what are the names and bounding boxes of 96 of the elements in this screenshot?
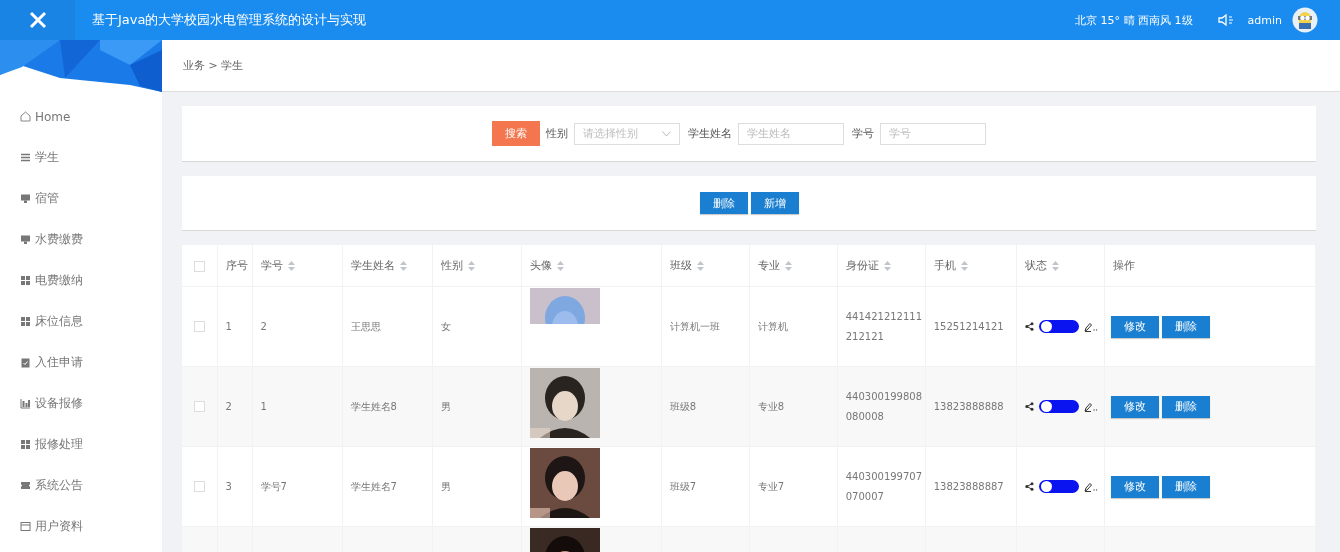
- share-icon[interactable]: [1024, 402, 1034, 411]
- share-icon[interactable]: [1024, 482, 1034, 491]
- table-cell: 班级7: [669, 480, 696, 492]
- checkbox[interactable]: [193, 401, 205, 413]
- checkbox[interactable]: [193, 260, 205, 272]
- sort-icon[interactable]: [556, 260, 564, 271]
- sort-icon[interactable]: [883, 260, 891, 271]
- chevron-icon: [662, 130, 671, 137]
- input-field[interactable]: 学生姓名: [738, 122, 844, 145]
- nav-item[interactable]: 入住申请: [0, 342, 162, 383]
- nav-item[interactable]: 床位信息: [0, 301, 162, 342]
- weather-text: 北京 15° 晴 西南风 1级: [1075, 12, 1193, 28]
- sort-icon[interactable]: [784, 260, 792, 271]
- table-cell: 女: [440, 320, 451, 332]
- table-cell: 15251214121: [933, 321, 1004, 332]
- table-cell: 班级8: [669, 400, 696, 412]
- toggle-switch[interactable]: [1038, 480, 1079, 493]
- table-cell: 计算机一班: [669, 320, 720, 332]
- sort-icon[interactable]: [467, 260, 475, 271]
- column-header: 序号: [225, 258, 248, 273]
- share-icon[interactable]: [1024, 322, 1034, 331]
- speaker-icon[interactable]: [1217, 13, 1234, 27]
- user-name[interactable]: admin: [1247, 13, 1282, 27]
- sort-icon[interactable]: [399, 260, 407, 271]
- nav-item[interactable]: 电费缴纳: [0, 260, 162, 301]
- checkbox[interactable]: [193, 321, 205, 333]
- field-label: 学号: [852, 126, 874, 141]
- column-header[interactable]: 学号: [260, 258, 283, 273]
- sort-icon[interactable]: [696, 260, 704, 271]
- sort-icon[interactable]: [287, 260, 295, 271]
- table-cell: 专业8: [757, 400, 785, 412]
- close-icon: [28, 11, 47, 29]
- table-cell-text: 441421212111212121: [845, 309, 924, 344]
- table-cell: 男: [440, 400, 451, 412]
- column-header[interactable]: 性别: [440, 258, 463, 273]
- table-cell-text: 440300199707070007: [845, 469, 924, 504]
- table-cell: 计算机: [757, 320, 788, 332]
- column-header[interactable]: 手机: [933, 258, 956, 273]
- table-cell: 王思思: [350, 320, 381, 332]
- menu-icon: [20, 152, 31, 163]
- app-title: 基于Java的大学校园水电管理系统的设计与实现: [92, 11, 367, 29]
- table-cell-text: 440300199808080008: [845, 389, 924, 424]
- table-cell: 男: [440, 480, 451, 492]
- monitor-icon: [20, 193, 31, 204]
- pencil-icon[interactable]: [1083, 401, 1098, 412]
- nav-item[interactable]: 报修处理: [0, 424, 162, 465]
- column-header[interactable]: 头像: [529, 258, 552, 273]
- row-button[interactable]: 修改: [1110, 475, 1159, 498]
- table-cell: 学生姓名8: [350, 400, 397, 412]
- row-button[interactable]: 修改: [1110, 395, 1159, 418]
- table-cell: 1: [260, 401, 267, 412]
- home-icon: [20, 111, 31, 122]
- table-cell: 学号7: [260, 480, 287, 492]
- column-header[interactable]: 身份证: [845, 258, 879, 273]
- table-cell: 学生姓名7: [350, 480, 397, 492]
- row-button[interactable]: 删除: [1161, 315, 1210, 338]
- sort-icon[interactable]: [1051, 260, 1059, 271]
- field-label: 学生姓名: [688, 126, 732, 141]
- nav-item[interactable]: 学生: [0, 137, 162, 178]
- table-cell: 专业7: [757, 480, 785, 492]
- table-cell: 1: [225, 321, 232, 332]
- nav-item[interactable]: 系统公告: [0, 465, 162, 506]
- clipboard-icon: [20, 357, 31, 368]
- row-button[interactable]: 删除: [1161, 395, 1210, 418]
- action-button[interactable]: 新增: [750, 192, 799, 214]
- nav-item[interactable]: Home: [0, 96, 162, 137]
- checkbox[interactable]: [193, 481, 205, 493]
- avatar-icon[interactable]: [1292, 7, 1318, 33]
- pencil-icon[interactable]: [1083, 481, 1098, 492]
- row-button[interactable]: 修改: [1110, 315, 1159, 338]
- nav-item[interactable]: 水费缴费: [0, 219, 162, 260]
- column-header[interactable]: 班级: [669, 258, 692, 273]
- toggle-switch[interactable]: [1038, 400, 1079, 413]
- column-header: 操作: [1112, 258, 1135, 273]
- table-cell: 13823888887: [933, 481, 1004, 492]
- breadcrumb: 业务 > 学生: [183, 58, 244, 73]
- toggle-switch[interactable]: [1038, 320, 1079, 333]
- column-header[interactable]: 学生姓名: [350, 258, 395, 273]
- table-cell: 2: [225, 401, 232, 412]
- column-header[interactable]: 专业: [757, 258, 780, 273]
- column-header[interactable]: 状态: [1024, 258, 1047, 273]
- row-button[interactable]: 删除: [1161, 475, 1210, 498]
- close-button[interactable]: [0, 0, 75, 40]
- table-cell: 3: [225, 481, 232, 492]
- nav-item[interactable]: 宿管: [0, 178, 162, 219]
- ticket-icon: [20, 480, 31, 491]
- chart-icon: [20, 398, 31, 409]
- nav-item[interactable]: 设备报修: [0, 383, 162, 424]
- sort-icon[interactable]: [960, 260, 968, 271]
- table-cell: 2: [260, 321, 267, 332]
- pencil-icon[interactable]: [1083, 321, 1098, 332]
- field-label: 性别: [546, 126, 568, 141]
- action-button[interactable]: 删除: [699, 192, 748, 214]
- search-button[interactable]: 搜索: [492, 121, 540, 146]
- table-cell: 13823888888: [933, 401, 1004, 412]
- nav-item[interactable]: 用户资料: [0, 506, 162, 547]
